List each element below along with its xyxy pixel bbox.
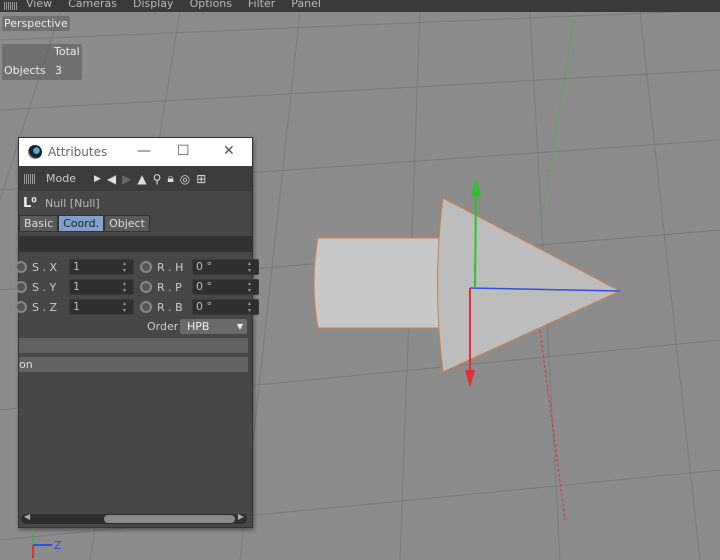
keyframe-radio[interactable] — [15, 301, 27, 313]
cursor-icon[interactable]: ▲ — [137, 172, 146, 186]
menu-panel[interactable]: Panel — [291, 0, 321, 9]
maximize-icon[interactable]: ☐ — [177, 143, 190, 159]
y-gizmo-axis — [474, 184, 477, 289]
target-icon[interactable]: ◎ — [180, 172, 190, 186]
collapsed-section[interactable]: on — [19, 357, 248, 372]
arrow-object — [313, 197, 622, 373]
stats-row-label: Objects — [4, 64, 46, 77]
rotation-b-input[interactable]: 0 ° — [192, 299, 259, 315]
section-header — [19, 236, 252, 252]
menu-view[interactable]: View — [26, 0, 52, 9]
field-label: S . Z — [32, 300, 58, 314]
scroll-right-icon[interactable]: ▶ — [238, 512, 244, 521]
tab-bar: Basic Coord. Object — [19, 215, 252, 232]
null-object-icon: L⁰ — [23, 195, 37, 211]
search-icon[interactable]: ⚲ — [153, 172, 162, 186]
field-label: R . P — [157, 280, 182, 294]
keyframe-radio[interactable] — [140, 301, 152, 313]
scale-y-input[interactable]: 1 — [69, 279, 134, 295]
scroll-left-icon[interactable]: ◀ — [24, 512, 30, 521]
stats-row-value: 3 — [55, 64, 62, 77]
stats-overlay: Total Objects 3 — [2, 44, 82, 80]
window-title: Attributes — [48, 145, 108, 159]
order-label: Order — [147, 320, 179, 333]
keyframe-radio[interactable] — [140, 261, 152, 273]
field-label: S . X — [32, 260, 58, 274]
viewport-menubar: View Cameras Display Options Filter Pane… — [0, 0, 720, 12]
scrollbar-thumb[interactable] — [104, 515, 235, 523]
field-label: S . Y — [32, 280, 57, 294]
scale-x-input[interactable]: 1 — [69, 259, 134, 275]
x-axis-line — [539, 329, 566, 521]
section-label: on — [19, 358, 33, 371]
object-header: L⁰ Null [Null] — [19, 191, 252, 215]
world-axis-indicator: Z — [32, 530, 62, 558]
grip-icon[interactable] — [4, 2, 18, 10]
menu-options[interactable]: Options — [190, 0, 232, 9]
rotation-h-input[interactable]: 0 ° — [192, 259, 259, 275]
new-panel-icon[interactable]: ⊞ — [196, 172, 206, 186]
camera-label[interactable]: Perspective — [2, 16, 70, 31]
field-label: R . B — [157, 300, 183, 314]
rotation-p-input[interactable]: 0 ° — [192, 279, 259, 295]
menu-display[interactable]: Display — [133, 0, 174, 9]
forward-arrow-icon[interactable]: ▶ — [122, 172, 131, 186]
minimize-icon[interactable]: — — [137, 143, 151, 159]
horizontal-scrollbar[interactable]: ◀ ▶ — [21, 512, 247, 524]
collapsed-section[interactable] — [19, 338, 248, 353]
keyframe-radio[interactable] — [15, 281, 27, 293]
scale-z-input[interactable]: 1 — [69, 299, 134, 315]
order-value: HPB — [187, 320, 210, 333]
attributes-window: Attributes — ☐ ✕ Mode ▶ ◀ ▶ ▲ ⚲ 🔒︎ ◎ ⊞ L… — [15, 137, 259, 528]
menu-cameras[interactable]: Cameras — [68, 0, 117, 9]
grip-icon[interactable] — [24, 173, 36, 184]
lock-icon[interactable]: 🔒︎ — [167, 171, 173, 186]
expand-arrow-icon[interactable]: ▶ — [94, 174, 101, 184]
keyframe-radio[interactable] — [15, 261, 27, 273]
back-arrow-icon[interactable]: ◀ — [107, 172, 116, 186]
y-axis-line — [539, 11, 576, 231]
scale-y-row: S . Y 1 R . P 0 ° — [15, 279, 259, 295]
scale-z-row: S . Z 1 R . B 0 ° — [15, 299, 259, 315]
stats-header: Total — [54, 45, 80, 58]
attributes-toolbar: Mode ▶ ◀ ▶ ▲ ⚲ 🔒︎ ◎ ⊞ — [19, 166, 252, 191]
title-bar[interactable]: Attributes — ☐ ✕ — [19, 138, 252, 166]
scale-x-row: S . X 1 R . H 0 ° — [15, 259, 259, 275]
object-name: Null [Null] — [44, 196, 100, 210]
tab-object[interactable]: Object — [104, 215, 150, 232]
mode-menu[interactable]: Mode — [46, 172, 76, 185]
order-dropdown[interactable]: HPB ▼ — [180, 319, 247, 334]
keyframe-radio[interactable] — [140, 281, 152, 293]
close-icon[interactable]: ✕ — [223, 143, 235, 159]
tab-coord[interactable]: Coord. — [58, 215, 105, 232]
menu-filter[interactable]: Filter — [248, 0, 275, 9]
field-label: R . H — [157, 260, 184, 274]
chevron-down-icon: ▼ — [236, 322, 243, 331]
app-logo-icon — [28, 145, 42, 159]
z-axis-label: Z — [54, 539, 62, 552]
tab-basic[interactable]: Basic — [19, 215, 59, 232]
